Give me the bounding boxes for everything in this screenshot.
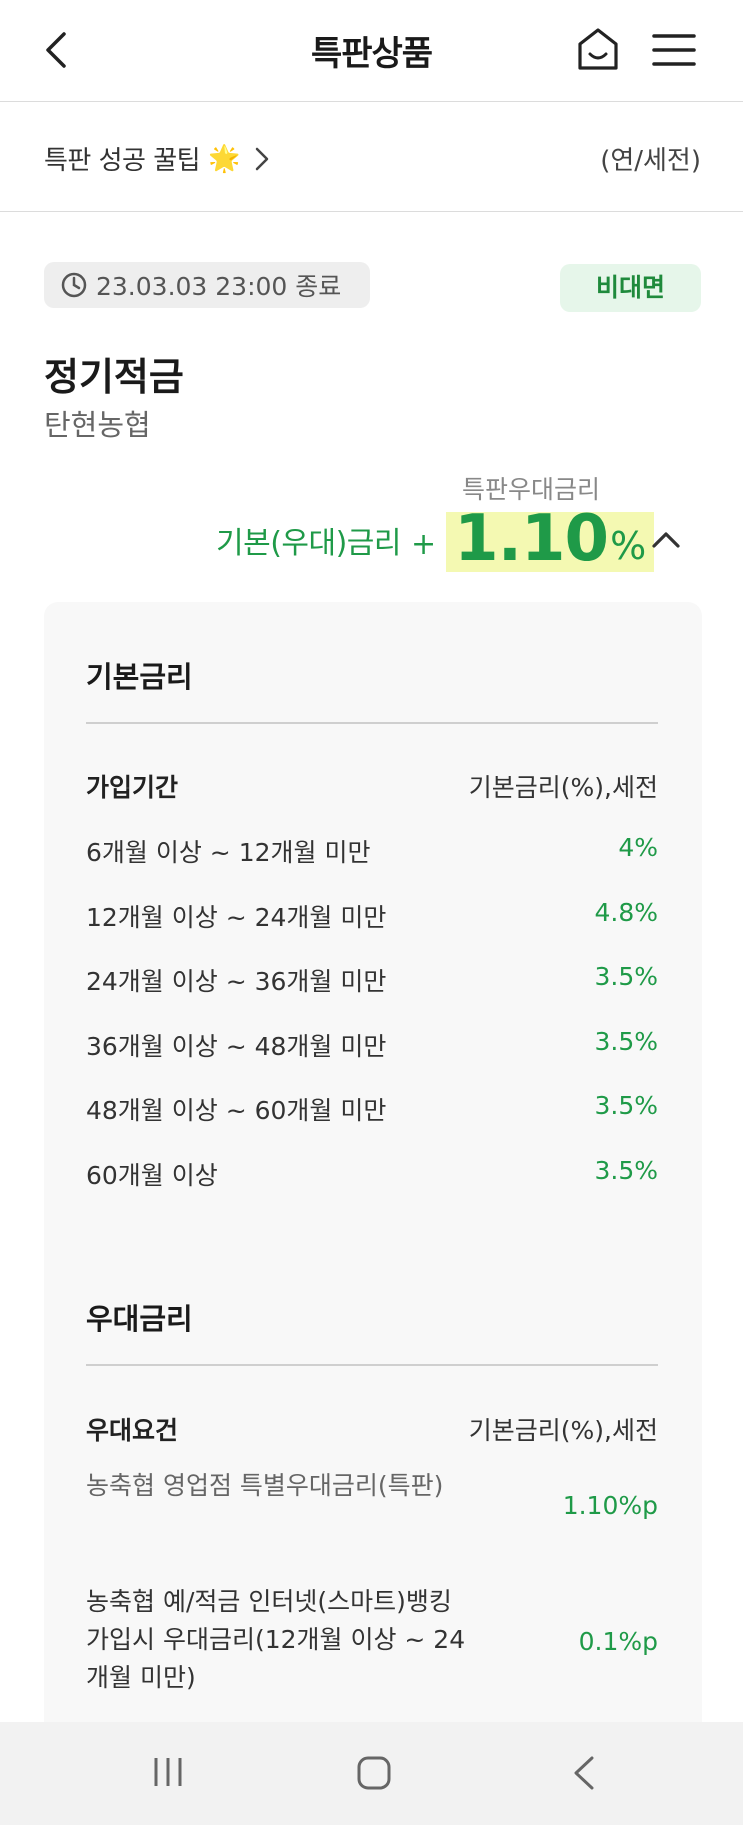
end-date-text: 23.03.03 23:00 종료	[96, 272, 342, 301]
chevron-up-icon[interactable]	[650, 528, 682, 550]
divider	[86, 1364, 658, 1366]
hamburger-menu-icon[interactable]	[650, 30, 698, 70]
term-cell: 36개월 이상 ~ 48개월 미만	[86, 1032, 387, 1061]
system-navigation-bar	[0, 1722, 743, 1825]
rate-unit-note: (연/세전)	[600, 146, 701, 176]
rate-cell: 4%	[618, 833, 658, 862]
term-cell: 48개월 이상 ~ 60개월 미만	[86, 1096, 387, 1125]
plus-sign: +	[411, 527, 437, 562]
special-rate-unit: %	[610, 524, 647, 568]
home-icon[interactable]	[574, 24, 622, 74]
rate-cell: 3.5%	[594, 1156, 658, 1185]
home-button-icon[interactable]	[355, 1754, 393, 1792]
rate-cell: 4.8%	[594, 898, 658, 927]
term-cell: 6개월 이상 ~ 12개월 미만	[86, 838, 371, 867]
rate-column-header: 기본금리(%),세전	[468, 1416, 658, 1445]
term-column-header: 가입기간	[86, 773, 179, 802]
star-icon: 🌟	[208, 143, 240, 174]
condition-cell: 농축협 예/적금 인터넷(스마트)뱅킹 가입시 우대금리(12개월 이상 ~ 2…	[86, 1587, 466, 1692]
base-rate-label: 기본(우대)금리	[216, 526, 402, 561]
product-name: 정기적금	[44, 355, 184, 399]
special-rate-value: 1.10	[454, 502, 609, 576]
rate-summary: 기본(우대)금리 + 1.10 %	[216, 502, 655, 572]
chevron-right-icon	[255, 147, 269, 170]
rate-cell: 3.5%	[594, 1091, 658, 1120]
rate-column-header: 기본금리(%),세전	[468, 773, 658, 802]
rate-detail-card: 기본금리 가입기간 기본금리(%),세전 6개월 이상 ~ 12개월 미만 4%…	[44, 602, 702, 1825]
condition-column-header: 우대요건	[86, 1416, 179, 1445]
divider	[86, 722, 658, 724]
clock-icon	[61, 272, 87, 298]
tip-label: 특판 성공 꿀팁	[44, 146, 201, 176]
special-rate-label: 특판우대금리	[462, 475, 601, 504]
term-cell: 24개월 이상 ~ 36개월 미만	[86, 967, 387, 996]
page: 특판상품 특판 성공 꿀팁 🌟 (연/세전) 23.03.03 23:00 종료…	[0, 0, 743, 1825]
rate-cell: 3.5%	[594, 1027, 658, 1056]
channel-badge: 비대면	[560, 264, 701, 312]
rate-cell: 3.5%	[594, 962, 658, 991]
rate-cell: 1.10%p	[562, 1491, 658, 1520]
condition-cell: 농축협 영업점 특별우대금리(특판)	[86, 1471, 444, 1500]
term-cell: 12개월 이상 ~ 24개월 미만	[86, 903, 387, 932]
rate-cell: 0.1%p	[578, 1627, 658, 1656]
app-header: 특판상품	[0, 0, 743, 102]
end-date-badge: 23.03.03 23:00 종료	[44, 262, 370, 308]
recent-apps-icon[interactable]	[150, 1754, 186, 1790]
base-rate-title: 기본금리	[86, 660, 193, 694]
term-cell: 60개월 이상	[86, 1161, 218, 1190]
page-title: 특판상품	[310, 34, 433, 74]
back-icon[interactable]	[570, 1754, 598, 1792]
bank-name: 탄현농협	[44, 408, 151, 442]
success-tip-link[interactable]: 특판 성공 꿀팁 🌟	[44, 140, 270, 177]
tip-row: 특판 성공 꿀팁 🌟 (연/세전)	[0, 102, 743, 212]
rate-highlight: 1.10 %	[446, 506, 655, 572]
pref-rate-title: 우대금리	[86, 1302, 193, 1336]
